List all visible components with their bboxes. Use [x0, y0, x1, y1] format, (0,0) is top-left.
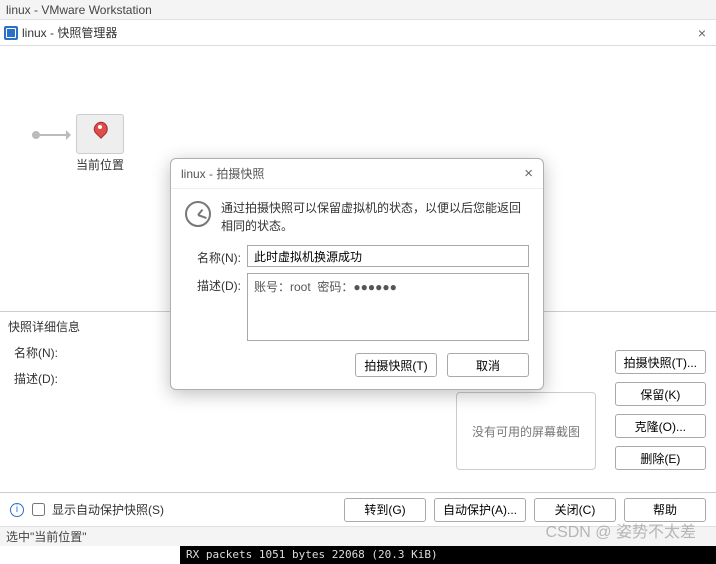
- auto-protect-checkbox[interactable]: [32, 503, 45, 516]
- details-desc-label: 描述(D):: [8, 370, 58, 387]
- dialog-close-icon[interactable]: ×: [524, 165, 533, 182]
- vm-icon: [4, 26, 18, 40]
- dialog-name-label: 名称(N):: [185, 245, 241, 266]
- snapshot-node-label: 当前位置: [72, 156, 128, 173]
- auto-protect-checkbox-row[interactable]: i 显示自动保护快照(S): [10, 500, 164, 519]
- tab-bar: linux - 快照管理器 ×: [0, 20, 716, 46]
- goto-button[interactable]: 转到(G): [344, 498, 426, 522]
- close-button[interactable]: 关闭(C): [534, 498, 616, 522]
- dialog-desc-label: 描述(D):: [185, 273, 241, 294]
- snapshot-desc-input[interactable]: <span></span>: [247, 273, 529, 341]
- dialog-intro: 通过拍摄快照可以保留虚拟机的状态，以便以后您能返回相同的状态。: [221, 199, 529, 235]
- keep-button[interactable]: 保留(K): [615, 382, 706, 406]
- app-title: linux - VMware Workstation: [0, 0, 716, 20]
- screenshot-thumbnail: 没有可用的屏幕截图: [456, 392, 596, 470]
- snapshot-name-input[interactable]: [247, 245, 529, 267]
- dialog-take-button[interactable]: 拍摄快照(T): [355, 353, 437, 377]
- info-icon: i: [10, 503, 24, 517]
- delete-button[interactable]: 删除(E): [615, 446, 706, 470]
- status-bar: 选中"当前位置": [0, 526, 716, 546]
- terminal-output: RX packets 1051 bytes 22068 (20.3 KiB): [180, 546, 716, 564]
- auto-protect-label: 显示自动保护快照(S): [52, 501, 164, 518]
- take-snapshot-button[interactable]: 拍摄快照(T)...: [615, 350, 706, 374]
- snapshot-node-current[interactable]: 当前位置: [72, 114, 128, 173]
- location-pin-icon: [76, 114, 124, 154]
- auto-protect-button[interactable]: 自动保护(A)...: [434, 498, 526, 522]
- clock-icon: [185, 201, 211, 227]
- clone-button[interactable]: 克隆(O)...: [615, 414, 706, 438]
- arrow-icon: [36, 134, 70, 136]
- close-icon[interactable]: ×: [698, 25, 706, 41]
- dialog-titlebar[interactable]: linux - 拍摄快照 ×: [171, 159, 543, 189]
- dialog-title: linux - 拍摄快照: [181, 165, 264, 182]
- details-name-label: 名称(N):: [8, 344, 58, 361]
- take-snapshot-dialog: linux - 拍摄快照 × 通过拍摄快照可以保留虚拟机的状态，以便以后您能返回…: [170, 158, 544, 390]
- tab-label[interactable]: linux - 快照管理器: [22, 24, 117, 41]
- bottom-bar: i 显示自动保护快照(S) 转到(G) 自动保护(A)... 关闭(C) 帮助: [0, 492, 716, 526]
- dialog-cancel-button[interactable]: 取消: [447, 353, 529, 377]
- help-button[interactable]: 帮助: [624, 498, 706, 522]
